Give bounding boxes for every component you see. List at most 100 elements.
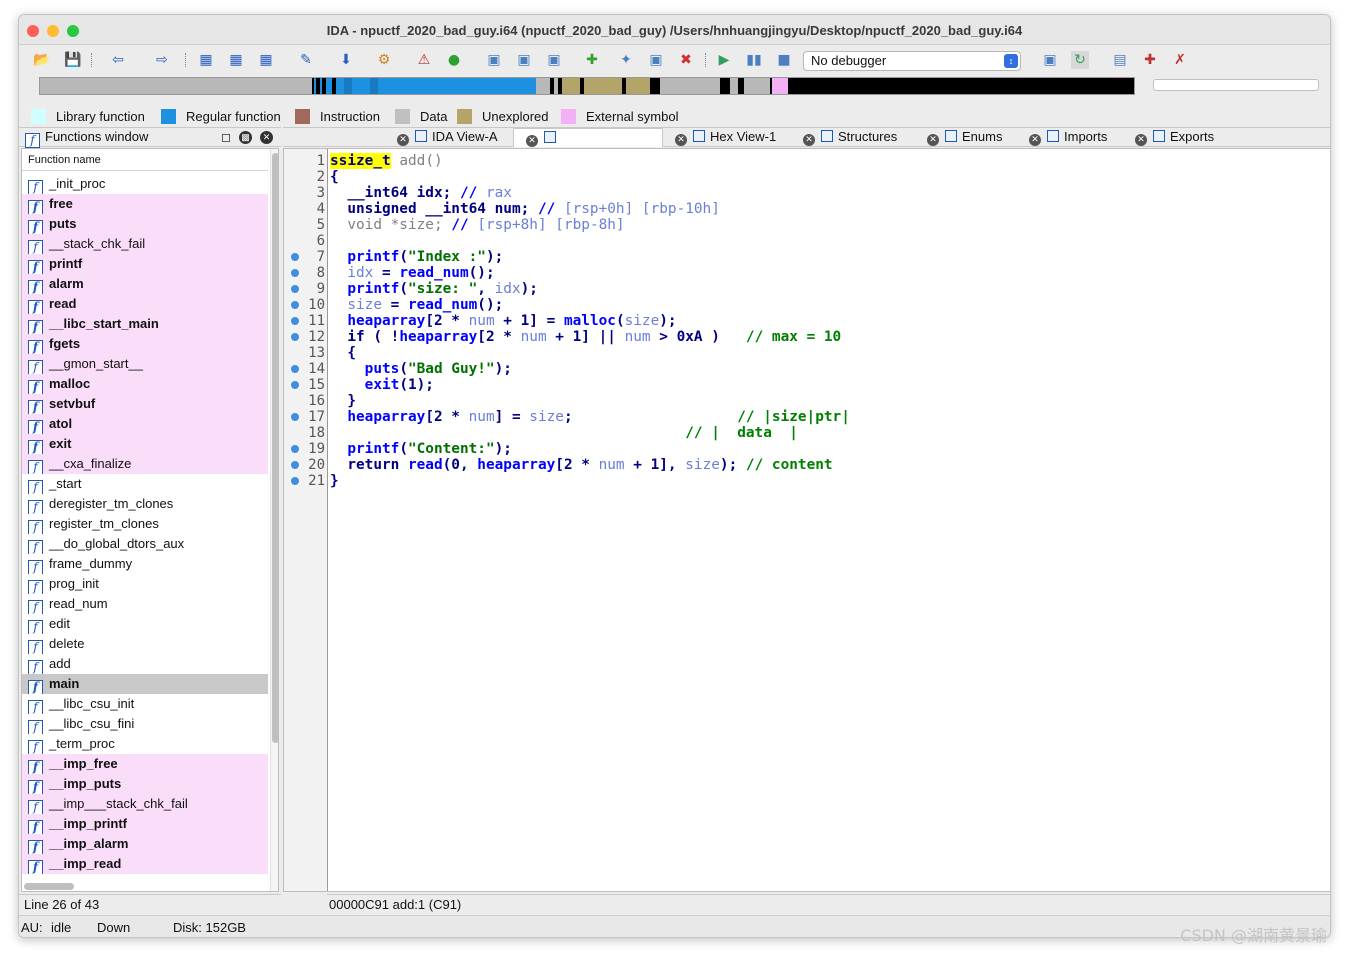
close-tab-icon[interactable]: ✕ <box>803 134 815 146</box>
function-name-column-header[interactable]: Function name <box>22 149 268 171</box>
enum-icon[interactable]: ✦ <box>617 51 635 69</box>
breakpoint-dot-icon[interactable] <box>291 253 299 261</box>
breakpoints-icon[interactable]: ▤ <box>1111 51 1129 69</box>
function-list-item[interactable]: f __libc_csu_fini <box>22 714 268 734</box>
tab-ida-view-a[interactable]: ✕ IDA View-A <box>397 128 498 147</box>
function-list-item[interactable]: f add <box>22 654 268 674</box>
code-line[interactable]: ssize_t add() <box>330 153 443 169</box>
code-line[interactable]: puts("Bad Guy!"); <box>330 361 512 377</box>
attach-icon[interactable]: ↻ <box>1071 51 1089 69</box>
breakpoint-dot-icon[interactable] <box>291 381 299 389</box>
tab-hex-view-1[interactable]: ✕ Hex View-1 <box>675 128 776 147</box>
struct-add-icon[interactable]: ✚ <box>583 51 601 69</box>
function-list-item[interactable]: f __do_global_dtors_aux <box>22 534 268 554</box>
breakpoint-dot-icon[interactable] <box>291 333 299 341</box>
code-line[interactable]: printf("Content:"); <box>330 441 512 457</box>
function-list-item[interactable]: f read_num <box>22 594 268 614</box>
open-file-icon[interactable]: 📂 <box>33 51 51 69</box>
scrollbar-thumb[interactable] <box>24 883 74 890</box>
function-list-item[interactable]: f _init_proc <box>22 174 268 194</box>
function-list-item[interactable]: f __imp_alarm <box>22 834 268 854</box>
code-line[interactable]: void *size; // [rsp+8h] [rbp-8h] <box>330 217 624 233</box>
text-search-icon[interactable]: ▦ <box>227 51 245 69</box>
function-list-item[interactable]: f _term_proc <box>22 734 268 754</box>
code-line[interactable]: return read(0, heaparray[2 * num + 1], s… <box>330 457 832 473</box>
function-list-item[interactable]: f __imp_printf <box>22 814 268 834</box>
tab-enums[interactable]: ✕ Enums <box>927 128 1002 147</box>
code-line[interactable]: unsigned __int64 num; // [rsp+0h] [rbp-1… <box>330 201 720 217</box>
close-tab-icon[interactable]: ✕ <box>397 134 409 146</box>
pause-icon[interactable]: ▮▮ <box>745 51 763 69</box>
debugger-options-icon[interactable]: ▣ <box>1041 51 1059 69</box>
code-line[interactable]: __int64 idx; // rax <box>330 185 512 201</box>
code-line[interactable]: exit(1); <box>330 377 434 393</box>
edit-function-icon[interactable]: ▣ <box>647 51 665 69</box>
function-list-item[interactable]: f alarm <box>22 274 268 294</box>
function-list-item[interactable]: f _start <box>22 474 268 494</box>
breakpoint-dot-icon[interactable] <box>291 461 299 469</box>
function-list-item[interactable]: f prog_init <box>22 574 268 594</box>
function-list-item[interactable]: f free <box>22 194 268 214</box>
close-tab-icon[interactable]: ✕ <box>675 134 687 146</box>
binary-search-icon[interactable]: ▦ <box>197 51 215 69</box>
immediate-search-icon[interactable]: ▦ <box>257 51 275 69</box>
code-line[interactable]: if ( !heaparray[2 * num + 1] || num > 0x… <box>330 329 841 345</box>
breakpoint-dot-icon[interactable] <box>291 365 299 373</box>
vertical-scrollbar[interactable] <box>270 149 278 891</box>
data-icon[interactable]: ▣ <box>515 51 533 69</box>
graph-warning-icon[interactable]: ⚠ <box>415 51 433 69</box>
function-list-item[interactable]: f __imp_free <box>22 754 268 774</box>
breakpoint-dot-icon[interactable] <box>291 317 299 325</box>
function-list-item[interactable]: f main <box>22 674 268 694</box>
play-icon[interactable]: ▶ <box>715 51 733 69</box>
function-list-item[interactable]: f __gmon_start__ <box>22 354 268 374</box>
function-list-item[interactable]: f __imp_read <box>22 854 268 874</box>
restore-panel-icon[interactable]: ▩ <box>239 131 252 144</box>
pseudocode-view[interactable]: 1 2 3 4 5 6 7 8 9 10 11 12 13 14 15 16 17 18 19 20 21 ssize_… <box>283 148 1330 892</box>
function-list-item[interactable]: f edit <box>22 614 268 634</box>
close-tab-icon[interactable]: ✕ <box>927 134 939 146</box>
ascii-icon[interactable]: ▣ <box>545 51 563 69</box>
back-arrow-icon[interactable]: ⇦ <box>109 51 127 69</box>
function-list-item[interactable]: f frame_dummy <box>22 554 268 574</box>
code-icon[interactable]: ▣ <box>485 51 503 69</box>
breakpoint-dot-icon[interactable] <box>291 301 299 309</box>
breakpoint-dot-icon[interactable] <box>291 285 299 293</box>
tab-exports[interactable]: ✕ Exports <box>1135 128 1214 147</box>
code-line[interactable]: heaparray[2 * num] = size; // |size|ptr| <box>330 409 850 425</box>
code-line[interactable]: idx = read_num(); <box>330 265 494 281</box>
code-line[interactable]: heaparray[2 * num + 1] = malloc(size); <box>330 313 676 329</box>
navigation-scroll-field[interactable] <box>1153 79 1319 91</box>
horizontal-scrollbar[interactable] <box>22 882 268 891</box>
forward-arrow-icon[interactable]: ⇨ <box>153 51 171 69</box>
function-list-item[interactable]: f fgets <box>22 334 268 354</box>
jump-icon[interactable]: ✎ <box>297 51 315 69</box>
code-line[interactable]: size = read_num(); <box>330 297 503 313</box>
function-list-item[interactable]: f exit <box>22 434 268 454</box>
function-list-item[interactable]: f setvbuf <box>22 394 268 414</box>
function-list-item[interactable]: f __libc_csu_init <box>22 694 268 714</box>
tab-imports[interactable]: ✕ Imports <box>1029 128 1107 147</box>
float-panel-icon[interactable]: ◻ <box>221 128 231 146</box>
function-list-item[interactable]: f delete <box>22 634 268 654</box>
debugger-select[interactable]: No debugger ↕ <box>803 51 1021 71</box>
function-list-item[interactable]: f register_tm_clones <box>22 514 268 534</box>
tab-pseudocode[interactable]: ✕ <box>513 128 663 147</box>
save-icon[interactable]: 💾 <box>64 51 82 69</box>
function-list-item[interactable]: f read <box>22 294 268 314</box>
function-list-item[interactable]: f __stack_chk_fail <box>22 234 268 254</box>
code-line[interactable]: // | data | <box>330 425 798 441</box>
patch-icon[interactable]: ⚙ <box>375 51 393 69</box>
delete-icon[interactable]: ✖ <box>677 51 695 69</box>
close-tab-icon[interactable]: ✕ <box>526 135 538 147</box>
function-list-item[interactable]: f malloc <box>22 374 268 394</box>
function-list-item[interactable]: f __cxa_finalize <box>22 454 268 474</box>
breakpoint-dot-icon[interactable] <box>291 269 299 277</box>
breakpoint-dot-icon[interactable] <box>291 445 299 453</box>
function-list-item[interactable]: f __imp___stack_chk_fail <box>22 794 268 814</box>
stop-icon[interactable]: ■ <box>775 51 793 69</box>
add-breakpoint-icon[interactable]: ✚ <box>1141 51 1159 69</box>
function-list-item[interactable]: f puts <box>22 214 268 234</box>
code-line[interactable]: } <box>330 473 339 489</box>
green-circle-icon[interactable]: ● <box>445 51 463 69</box>
